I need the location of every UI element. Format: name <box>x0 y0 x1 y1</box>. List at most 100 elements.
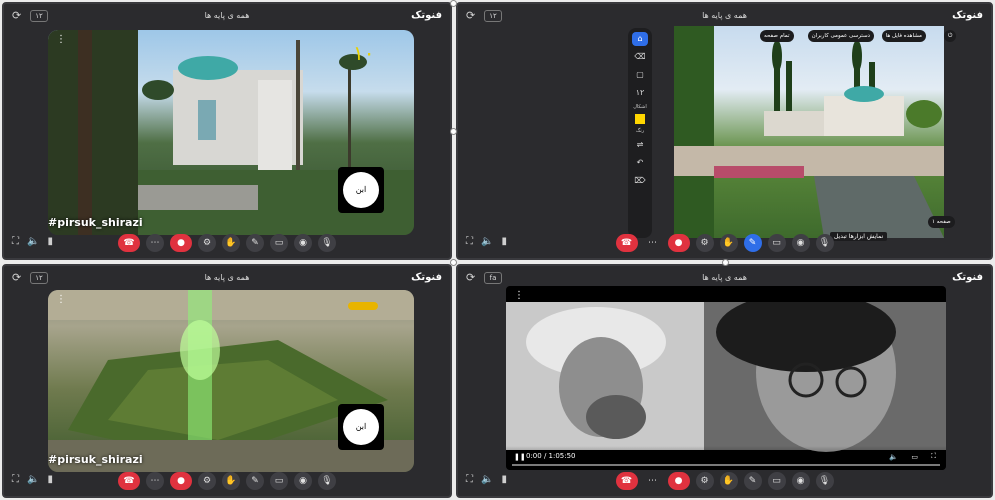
settings-button[interactable]: ⚙ <box>695 472 714 490</box>
settings-button[interactable]: ⚙ <box>198 472 216 490</box>
end-call-button[interactable]: ☎ <box>118 234 140 252</box>
pen-button[interactable]: ✎ <box>743 234 762 252</box>
more-icon[interactable]: ⋮ <box>514 290 524 301</box>
resize-handle[interactable] <box>722 259 729 266</box>
panel-title: همه ی پایه ها <box>204 11 250 20</box>
progress-bar[interactable] <box>512 464 940 466</box>
color-swatch[interactable] <box>635 114 645 124</box>
stats-icon[interactable]: ▮ <box>501 236 507 247</box>
brand-logo: فنوتک <box>411 272 442 283</box>
screen-share-button[interactable]: ▭ <box>767 234 786 252</box>
more-options-button[interactable]: ⋯ <box>146 234 164 252</box>
raise-hand-button[interactable]: ✋ <box>222 472 240 490</box>
panel-title: همه ی پایه ها <box>702 11 747 20</box>
font-size-value[interactable]: ۱۲ <box>632 86 648 100</box>
resize-handle[interactable] <box>450 259 457 266</box>
raise-hand-button[interactable]: ✋ <box>719 234 738 252</box>
more-options-button[interactable]: ⋯ <box>644 472 662 490</box>
fullscreen-icon[interactable]: ⛶ <box>12 474 19 485</box>
camera-button[interactable]: ◉ <box>791 234 810 252</box>
panel-header: ⟳ ۱۲ همه ی پایه ها فنوتک <box>4 4 450 26</box>
control-toolbar: ⛶ 🔈 ▮ ☎ ⋯ ● ⚙ ✋ ✎ ▭ ◉ 🎙 <box>458 232 991 254</box>
color-label: رنگ <box>635 128 645 134</box>
shared-screen: مشاهده فایل ها دسترسی عمومی کاربران تمام… <box>674 26 944 238</box>
volume-icon[interactable]: 🔈 <box>27 474 39 485</box>
pen-button[interactable]: ✎ <box>743 472 762 490</box>
portrait-scene <box>506 302 946 452</box>
panel-header: ⟳ fa همه ی پایه ها فنوتک <box>458 266 991 288</box>
play-icon[interactable]: ❚❚ <box>514 453 526 461</box>
settings-button[interactable]: ⚙ <box>695 234 714 252</box>
raise-hand-button[interactable]: ✋ <box>719 472 738 490</box>
mic-button[interactable]: 🎙 <box>815 472 834 490</box>
camera-button[interactable]: ◉ <box>294 234 312 252</box>
screen-share-button[interactable]: ▭ <box>270 472 288 490</box>
brand-logo: فنوتک <box>952 272 983 283</box>
page-selector[interactable]: صفحه ۱ <box>928 216 955 228</box>
record-button[interactable]: ● <box>170 472 192 490</box>
settings-button[interactable]: ⚙ <box>198 234 216 252</box>
select-tool-icon[interactable]: ⌂ <box>632 32 648 46</box>
whiteboard-toolbox: ⌂ ⌫ ▢ ۱۲ اشکال رنگ ⇌ ↶ ⌦ <box>628 28 652 238</box>
screen-share-button[interactable]: ▭ <box>767 472 786 490</box>
more-icon[interactable]: ⋮ <box>56 34 66 45</box>
panel-header: ⟳ ۱۲ همه ی پایه ها فنوتک <box>458 4 991 26</box>
power-icon[interactable]: ⏻ <box>944 30 957 42</box>
garden-scene <box>674 26 944 238</box>
public-access-pill[interactable]: دسترسی عمومی کاربران <box>807 30 874 42</box>
end-call-button[interactable]: ☎ <box>118 472 140 490</box>
clear-icon[interactable]: ⌦ <box>632 174 648 188</box>
record-button[interactable]: ● <box>667 234 690 252</box>
pip-icon[interactable]: ▭ <box>911 453 918 461</box>
fullscreen-icon[interactable]: ⛶ <box>466 236 473 247</box>
record-button[interactable]: ● <box>667 472 690 490</box>
volume-icon[interactable]: 🔈 <box>481 474 493 485</box>
pen-button[interactable]: ✎ <box>246 234 264 252</box>
toolbar-center: ☎ ⋯ ● ⚙ ✋ ✎ ▭ ◉ 🎙 <box>118 234 336 252</box>
more-options-button[interactable]: ⋯ <box>644 234 662 252</box>
fullscreen-icon[interactable]: ⛶ <box>466 474 473 485</box>
more-icon[interactable]: ⋮ <box>56 294 66 305</box>
camera-button[interactable]: ◉ <box>791 472 810 490</box>
stats-icon[interactable]: ▮ <box>501 474 507 485</box>
end-call-button[interactable]: ☎ <box>615 472 638 490</box>
camera-button[interactable]: ◉ <box>294 472 312 490</box>
player-controls: ❚❚ 0:00 / 1:05:50 🔈 ▭ ⛶ <box>506 446 946 470</box>
more-options-button[interactable]: ⋯ <box>146 472 164 490</box>
fullscreen-pill[interactable]: تمام صفحه <box>760 30 794 42</box>
pen-button[interactable]: ✎ <box>246 472 264 490</box>
panel-title: همه ی پایه ها <box>702 273 747 282</box>
fullscreen-icon[interactable]: ⛶ <box>931 452 936 461</box>
undo-icon[interactable]: ↶ <box>632 156 648 170</box>
toolbar-left: ⛶ 🔈 ▮ <box>12 474 53 485</box>
eraser-icon[interactable]: ⌫ <box>632 50 648 64</box>
panel-title: همه ی پایه ها <box>204 273 250 282</box>
fullscreen-icon[interactable]: ⛶ <box>12 236 19 247</box>
mic-button[interactable]: 🎙 <box>318 472 336 490</box>
record-button[interactable]: ● <box>170 234 192 252</box>
mic-button[interactable]: 🎙 <box>815 234 834 252</box>
channel-logo: ابن <box>338 167 384 213</box>
stats-icon[interactable]: ▮ <box>47 236 53 247</box>
screen-share-button[interactable]: ▭ <box>270 234 288 252</box>
toolbar-left: ⛶ 🔈 ▮ <box>466 236 507 247</box>
resize-handle[interactable] <box>450 128 457 135</box>
raise-hand-button[interactable]: ✋ <box>222 234 240 252</box>
line-tool-icon[interactable]: ⇌ <box>632 138 648 152</box>
volume-icon[interactable]: 🔈 <box>27 236 39 247</box>
session-panel-1: ⟳ ۱۲ همه ی پایه ها فنوتک ۱۰ ⋮ #pirsuk_sh… <box>2 2 452 260</box>
toolbar-left: ⛶ 🔈 ▮ <box>466 474 507 485</box>
end-call-button[interactable]: ☎ <box>615 234 638 252</box>
files-pill[interactable]: مشاهده فایل ها <box>881 30 926 42</box>
rectangle-tool-icon[interactable]: ▢ <box>632 68 648 82</box>
hashtag-caption: #pirsuk_shirazi <box>48 216 143 229</box>
control-toolbar: ⛶ 🔈 ▮ ☎ ⋯ ● ⚙ ✋ ✎ ▭ ◉ 🎙 <box>4 470 450 492</box>
control-toolbar: ⛶ 🔈 ▮ ☎ ⋯ ● ⚙ ✋ ✎ ▭ ◉ 🎙 <box>458 470 991 492</box>
toolbar-center: ☎ ⋯ ● ⚙ ✋ ✎ ▭ ◉ 🎙 <box>615 472 834 490</box>
resize-handle[interactable] <box>450 0 457 7</box>
mic-button[interactable]: 🎙 <box>318 234 336 252</box>
volume-icon[interactable]: 🔈 <box>889 453 898 461</box>
brand-logo: فنوتک <box>411 10 442 21</box>
stats-icon[interactable]: ▮ <box>47 474 53 485</box>
volume-icon[interactable]: 🔈 <box>481 236 493 247</box>
